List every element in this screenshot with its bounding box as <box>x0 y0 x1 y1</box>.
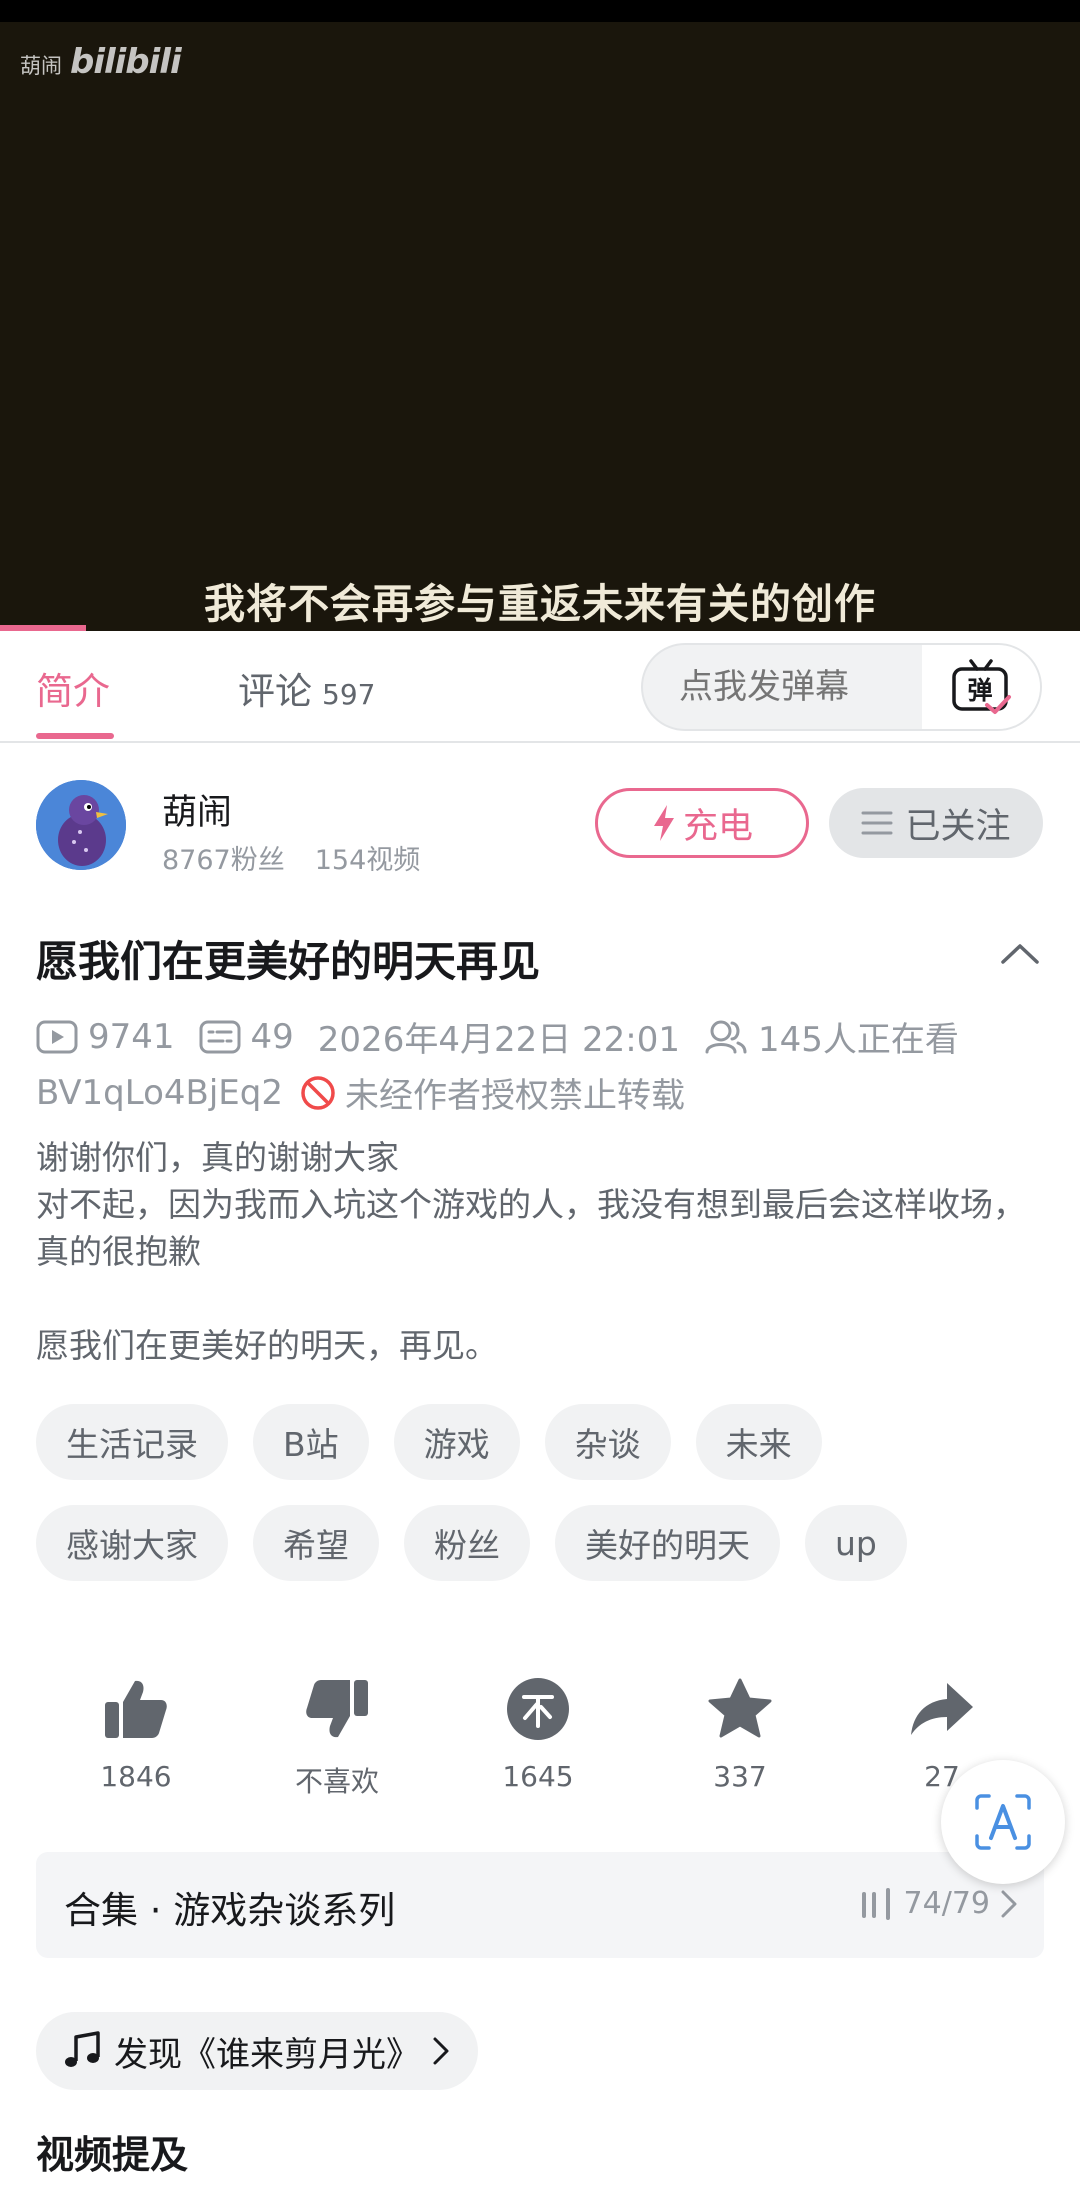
coin-button[interactable]: 1645 <box>458 1674 618 1793</box>
tab-comments[interactable]: 评论 597 <box>238 661 375 715</box>
uploader-card: 葫闹 8767粉丝 154视频 充电 已关注 <box>36 780 1046 876</box>
music-note-icon <box>65 2031 100 2067</box>
chevron-up-icon[interactable] <box>1000 938 1040 968</box>
uploader-stats: 8767粉丝 154视频 <box>162 838 420 877</box>
tag-list: 生活记录 B站 游戏 杂谈 未来 感谢大家 希望 粉丝 美好的明天 up <box>36 1404 1046 1606</box>
danmaku-icon: 弹 <box>952 659 1011 714</box>
watermark-name: 葫闹 <box>20 54 62 78</box>
danmaku-input-box[interactable]: 弹 <box>641 643 1042 731</box>
uploader-fans: 8767粉丝 <box>162 845 285 876</box>
coin-icon <box>507 1678 569 1740</box>
like-button[interactable]: 1846 <box>56 1674 216 1793</box>
music-label: 发现《谁来剪月光》 <box>114 2034 420 2075</box>
thumbs-up-icon <box>105 1680 167 1738</box>
video-description: 谢谢你们，真的谢谢大家 对不起，因为我而入坑这个游戏的人，我没有想到最后会这样收… <box>36 1134 1046 1369</box>
favorite-count: 337 <box>713 1760 767 1793</box>
dislike-button[interactable]: 不喜欢 <box>257 1674 417 1800</box>
playlist-icon <box>861 1887 890 1920</box>
coin-count: 1645 <box>502 1760 574 1793</box>
text-recognition-icon <box>975 1794 1031 1850</box>
description-line <box>36 1275 1046 1322</box>
collection-progress-text: 74/79 <box>903 1886 990 1921</box>
tag[interactable]: 游戏 <box>393 1404 520 1480</box>
watching-count: 145人正在看 <box>758 1020 959 1060</box>
follow-button[interactable]: 已关注 <box>829 788 1043 858</box>
follow-label: 已关注 <box>905 806 1011 847</box>
dislike-label: 不喜欢 <box>294 1765 379 1798</box>
tag[interactable]: B站 <box>253 1404 369 1480</box>
favorite-button[interactable]: 337 <box>660 1674 820 1793</box>
tag[interactable]: 美好的明天 <box>555 1505 780 1581</box>
description-line: 谢谢你们，真的谢谢大家 <box>36 1138 399 1177</box>
thumbs-down-icon <box>306 1680 368 1738</box>
collection-card[interactable]: 合集 · 游戏杂谈系列 74/79 <box>36 1852 1044 1958</box>
tag[interactable]: 杂谈 <box>544 1404 671 1480</box>
section-title-mentions: 视频提及 <box>36 2133 189 2177</box>
lightning-icon <box>653 805 674 841</box>
tab-comments-label: 评论 <box>238 670 312 713</box>
status-bar <box>0 0 1080 22</box>
action-bar: 1846 不喜欢 1645 337 27 <box>0 1674 1080 1804</box>
bvid[interactable]: BV1qLo4BjEq2 <box>36 1073 283 1113</box>
tag[interactable]: up <box>805 1505 907 1581</box>
collection-title: 合集 · 游戏杂谈系列 <box>64 1889 396 1932</box>
video-watermark: 葫闹 bilibili <box>20 42 182 82</box>
tag[interactable]: 感谢大家 <box>36 1505 228 1581</box>
danmaku-count: 49 <box>250 1016 294 1057</box>
menu-icon <box>861 811 893 835</box>
danmaku-icon-char: 弹 <box>967 676 992 705</box>
share-icon <box>911 1683 973 1735</box>
video-id-row: BV1qLo4BjEq2 未经作者授权禁止转载 <box>36 1068 685 1117</box>
danmaku-input[interactable] <box>643 645 923 729</box>
tab-active-indicator <box>36 733 114 739</box>
repost-notice-text: 未经作者授权禁止转载 <box>345 1076 685 1116</box>
video-title: 愿我们在更美好的明天再见 <box>36 937 541 986</box>
avatar[interactable] <box>36 780 126 870</box>
tag[interactable]: 生活记录 <box>36 1404 228 1480</box>
tab-bar: 简介 评论 597 弹 <box>0 631 1080 743</box>
tag[interactable]: 希望 <box>253 1505 379 1581</box>
publish-time: 2026年4月22日 22:01 <box>317 1020 681 1060</box>
video-subtitle: 我将不会再参与重返未来有关的创作 <box>204 580 876 628</box>
tag[interactable]: 粉丝 <box>404 1505 530 1581</box>
collection-progress: 74/79 <box>860 1886 1018 1921</box>
chevron-right-icon <box>1001 1890 1017 1917</box>
danmaku-count-icon <box>199 1020 241 1053</box>
charge-label: 充电 <box>682 806 753 847</box>
play-count-icon <box>36 1020 78 1053</box>
description-line: 对不起，因为我而入坑这个游戏的人，我没有想到最后会这样收场，真的很抱歉 <box>36 1185 1026 1271</box>
video-player[interactable]: 葫闹 bilibili 我将不会再参与重返未来有关的创作 <box>0 22 1080 631</box>
tab-comments-count: 597 <box>322 678 376 711</box>
no-repost-icon <box>301 1075 335 1110</box>
description-line: 愿我们在更美好的明天，再见。 <box>36 1326 498 1365</box>
bilibili-logo: bilibili <box>70 42 182 82</box>
music-discover-chip[interactable]: 发现《谁来剪月光》 <box>36 2012 478 2090</box>
tab-intro[interactable]: 简介 <box>36 661 110 715</box>
uploader-name[interactable]: 葫闹 <box>162 784 232 835</box>
tag[interactable]: 未来 <box>695 1404 822 1480</box>
star-icon <box>708 1678 772 1738</box>
avatar-image <box>36 780 126 870</box>
repost-notice: 未经作者授权禁止转载 <box>299 1068 685 1117</box>
video-meta-row: 9741 49 2026年4月22日 22:01 145人正在看 <box>36 1012 959 1061</box>
view-count: 9741 <box>88 1016 175 1057</box>
charge-button[interactable]: 充电 <box>595 788 809 858</box>
danmaku-toggle-button[interactable]: 弹 <box>922 645 1040 729</box>
chevron-right-icon <box>433 2037 449 2065</box>
like-count: 1846 <box>100 1760 172 1793</box>
uploader-videos: 154视频 <box>314 845 421 876</box>
translate-button[interactable] <box>941 1760 1065 1884</box>
watching-people-icon <box>705 1020 747 1053</box>
